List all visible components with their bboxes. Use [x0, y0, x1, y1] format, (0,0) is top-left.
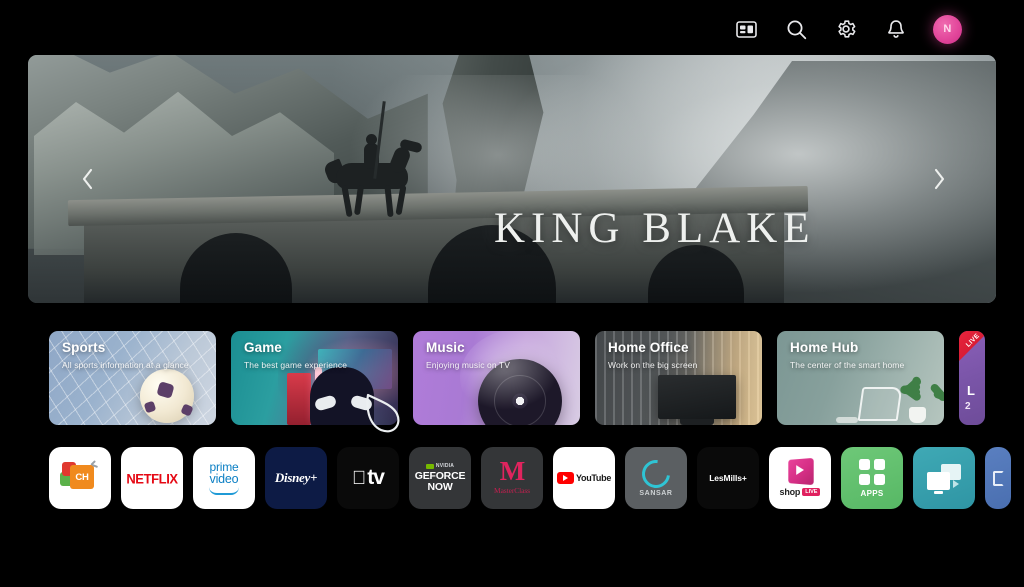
- app-youtube[interactable]: YouTube: [553, 447, 615, 509]
- app-label: CH: [75, 471, 89, 483]
- shop-icon: shop LIVE: [779, 457, 821, 497]
- app-geforce-now[interactable]: NVIDIA GEFORCE NOW: [409, 447, 471, 509]
- search-icon[interactable]: [783, 16, 809, 42]
- app-label-line2: NOW: [427, 481, 453, 493]
- app-disney-plus[interactable]: Disney+: [265, 447, 327, 509]
- sansar-ring-icon: [636, 453, 676, 494]
- grid-icon: [859, 458, 885, 485]
- app-label: tv: [360, 466, 385, 489]
- youtube-icon: YouTube: [556, 472, 612, 484]
- app-label: YouTube: [575, 473, 612, 483]
- app-sansar[interactable]: SANSAR: [625, 447, 687, 509]
- hero-artwork: [28, 55, 996, 303]
- nvidia-eye-icon: [425, 463, 434, 469]
- screen-share-icon: [927, 464, 961, 494]
- gear-icon[interactable]: [833, 16, 859, 42]
- masterclass-icon: M MasterClass: [494, 456, 530, 495]
- card-subtitle: The best game experience: [244, 359, 348, 370]
- category-card-row: Sports All sports information at a glanc…: [49, 331, 1024, 425]
- apple-tv-icon:  tv: [352, 466, 385, 490]
- card-subtitle: The center of the smart home: [790, 359, 905, 370]
- card-title: L: [967, 383, 975, 398]
- play-icon: [556, 472, 574, 484]
- avatar[interactable]: N: [933, 14, 962, 44]
- prime-video-icon: prime video: [209, 461, 239, 496]
- card-subtitle: 2: [965, 401, 971, 412]
- app-label-line1: prime: [209, 459, 239, 474]
- top-bar: N: [0, 0, 1024, 58]
- app-channels[interactable]: CH: [49, 447, 111, 509]
- card-title: Sports: [62, 340, 106, 355]
- shop-bag-icon: [788, 457, 814, 486]
- app-lesmills[interactable]: LesMills+: [697, 447, 759, 509]
- app-netflix[interactable]: NETFLIX: [121, 447, 183, 509]
- card-subtitle: Enjoying music on TV: [426, 359, 511, 370]
- app-label: SANSAR: [639, 489, 673, 497]
- smile-arc-icon: [209, 487, 239, 496]
- masterclass-mark: M: [499, 456, 525, 487]
- knight-silhouette: [320, 101, 440, 221]
- app-label: MasterClass: [494, 485, 530, 495]
- live-badge-label: LIVE: [964, 332, 982, 349]
- card-title: Home Office: [608, 340, 689, 355]
- app-masterclass[interactable]: M MasterClass: [481, 447, 543, 509]
- card-title: Game: [244, 340, 282, 355]
- app-all-apps[interactable]: APPS: [841, 447, 903, 509]
- multiview-icon[interactable]: [733, 16, 759, 42]
- app-label: LesMills+: [709, 473, 747, 483]
- app-label: shop: [779, 487, 801, 497]
- app-prime-video[interactable]: prime video: [193, 447, 255, 509]
- card-home-office[interactable]: Home Office Work on the big screen: [595, 331, 762, 425]
- carousel-prev-icon[interactable]: [72, 157, 102, 201]
- bell-icon[interactable]: [883, 16, 909, 42]
- app-label: APPS: [860, 488, 884, 498]
- card-live-partial[interactable]: LIVE L 2: [959, 331, 985, 425]
- geforce-now-icon: NVIDIA GEFORCE NOW: [415, 463, 466, 492]
- channels-icon: CH: [60, 459, 100, 497]
- app-dock: CH NETFLIX prime video Disney+  tv: [49, 447, 1011, 509]
- app-badge: LIVE: [802, 488, 821, 496]
- card-title: Home Hub: [790, 340, 859, 355]
- tv-home-screen: N KING BLAKE Sports All sports informati…: [0, 0, 1024, 587]
- card-game[interactable]: Game The best game experience: [231, 331, 398, 425]
- app-shop[interactable]: shop LIVE: [769, 447, 831, 509]
- card-sports[interactable]: Sports All sports information at a glanc…: [49, 331, 216, 425]
- app-label: NETFLIX: [126, 469, 178, 487]
- hero-banner[interactable]: KING BLAKE SPONSORED Watch more: [28, 55, 996, 303]
- card-music[interactable]: Music Enjoying music on TV: [413, 331, 580, 425]
- app-label: Disney+: [274, 470, 318, 485]
- brand-label: NVIDIA: [435, 463, 455, 470]
- hero-title: KING BLAKE: [494, 205, 816, 252]
- app-screen-share[interactable]: [913, 447, 975, 509]
- app-apple-tv[interactable]:  tv: [337, 447, 399, 509]
- app-more-partial[interactable]: [985, 447, 1011, 509]
- card-home-hub[interactable]: Home Hub The center of the smart home: [777, 331, 944, 425]
- card-subtitle: All sports information at a glance: [62, 359, 189, 370]
- card-subtitle: Work on the big screen: [608, 359, 698, 370]
- carousel-next-icon[interactable]: [924, 157, 954, 201]
- card-title: Music: [426, 340, 465, 355]
- apple-logo-icon: : [352, 469, 366, 488]
- partial-app-icon: [992, 470, 1004, 486]
- app-label-line2: video: [209, 471, 239, 486]
- live-badge: LIVE: [959, 331, 985, 361]
